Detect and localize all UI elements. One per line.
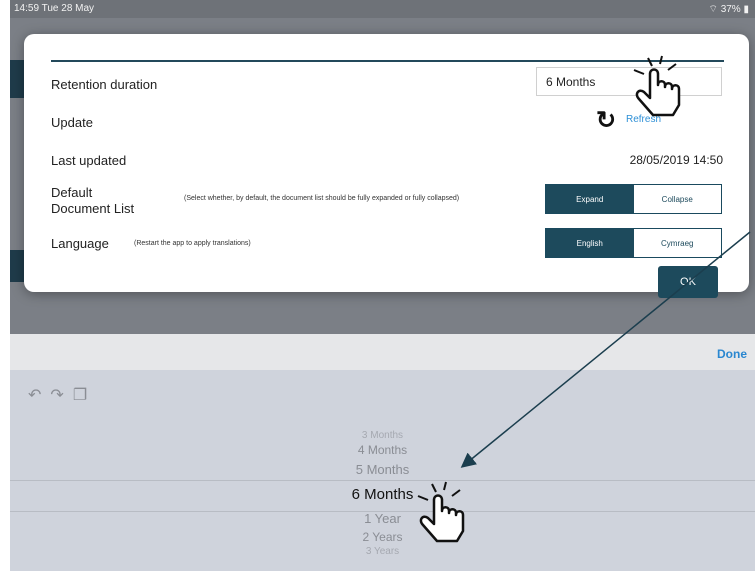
english-option[interactable]: English <box>546 229 634 257</box>
picker-item[interactable]: 1 Year <box>10 511 755 526</box>
last-updated-value: 28/05/2019 14:50 <box>629 153 723 167</box>
edit-actions: ↶↷❐ <box>28 385 96 405</box>
done-button[interactable]: Done <box>717 347 747 361</box>
last-updated-label: Last updated <box>51 153 127 168</box>
redo-icon[interactable]: ↷ <box>50 387 72 404</box>
picker-item[interactable]: 5 Months <box>10 462 755 477</box>
keyboard-toolbar <box>10 334 755 370</box>
cymraeg-option[interactable]: Cymraeg <box>633 229 721 257</box>
status-bar: 14:59 Tue 28 May ⌔ 37% ▮ <box>10 0 755 18</box>
undo-icon[interactable]: ↶ <box>28 387 50 404</box>
language-hint: (Restart the app to apply translations) <box>134 240 251 247</box>
settings-dialog: Retention duration 6 Months Update ↻ Ref… <box>24 34 749 292</box>
retention-duration-field[interactable]: 6 Months <box>536 67 722 96</box>
language-toggle: English Cymraeg <box>545 228 722 258</box>
document-list-label: Default Document List <box>51 185 134 217</box>
document-list-label-line1: Default <box>51 185 93 200</box>
background-panel <box>10 250 24 282</box>
background-header <box>10 60 24 98</box>
ok-button[interactable]: OK <box>658 266 718 298</box>
expand-option[interactable]: Expand <box>546 185 634 213</box>
language-label: Language <box>51 236 109 251</box>
picker-item[interactable]: 3 Years <box>10 546 755 557</box>
status-indicators: ⌔ 37% ▮ <box>709 3 750 16</box>
picker-item[interactable]: 3 Months <box>10 430 755 441</box>
battery-percent: 37% <box>720 4 741 15</box>
picker-item[interactable]: 2 Years <box>10 530 755 544</box>
status-time: 14:59 Tue 28 May <box>14 3 95 14</box>
retention-label: Retention duration <box>51 77 158 92</box>
picker-item[interactable]: 4 Months <box>10 443 755 457</box>
dialog-divider <box>51 60 724 62</box>
collapse-option[interactable]: Collapse <box>633 185 721 213</box>
picker-item-selected[interactable]: 6 Months <box>10 486 755 503</box>
document-list-label-line2: Document List <box>51 201 135 216</box>
document-list-toggle: Expand Collapse <box>545 184 722 214</box>
ipad-screen: 14:59 Tue 28 May ⌔ 37% ▮ Retention durat… <box>10 0 755 571</box>
document-list-hint: (Select whether, by default, the documen… <box>184 195 460 202</box>
refresh-icon[interactable]: ↻ <box>596 106 616 135</box>
wifi-icon: ⌔ <box>708 4 718 15</box>
paste-icon[interactable]: ❐ <box>73 387 96 404</box>
update-label: Update <box>51 115 93 130</box>
battery-icon: ▮ <box>743 4 749 15</box>
refresh-link[interactable]: Refresh <box>626 114 661 125</box>
